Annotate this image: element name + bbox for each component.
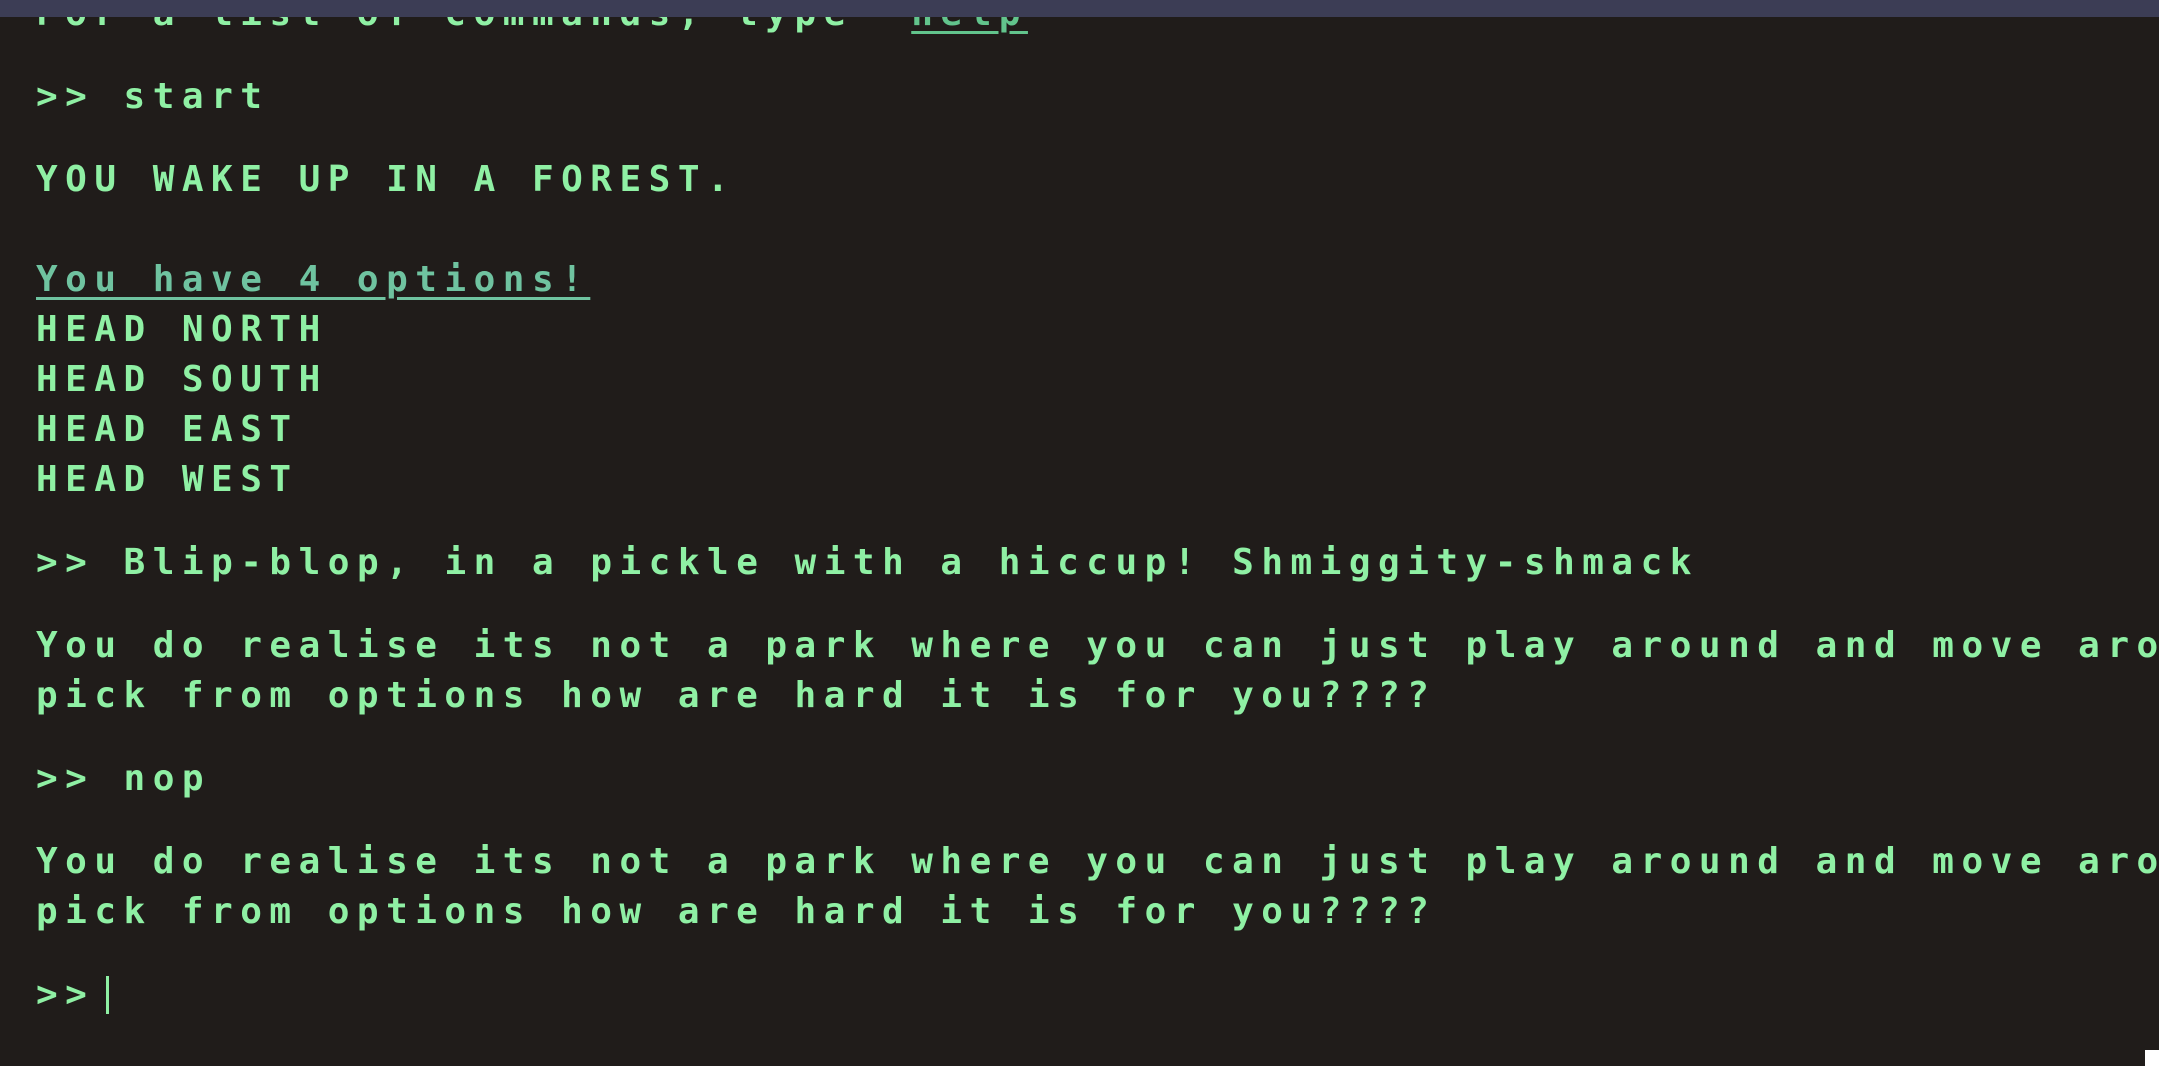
help-text: For a list of commands, type (36, 17, 882, 34)
prompt-symbol: >> (36, 542, 95, 583)
terminal-output[interactable]: For a list of commands, type help >> sta… (0, 17, 2159, 1066)
command-text: start (123, 76, 270, 117)
response-line-2: pick from options how are hard it is for… (36, 891, 1437, 932)
response-line-2: pick from options how are hard it is for… (36, 675, 1437, 716)
prompt-symbol: >> (36, 76, 95, 117)
response-line-1: You do realise its not a park where you … (36, 625, 2159, 666)
window-top-bar (0, 0, 2159, 17)
corner-marker (2145, 1050, 2159, 1066)
command-text: nop (123, 758, 212, 799)
option-head-north: HEAD NORTH (36, 309, 328, 350)
input-line[interactable]: >> (36, 970, 2146, 1020)
option-head-east: HEAD EAST (36, 409, 299, 450)
option-head-west: HEAD WEST (36, 459, 299, 500)
command-line-nop: >> nop (36, 754, 2146, 804)
prompt-symbol: >> (36, 758, 95, 799)
option-head-south: HEAD SOUTH (36, 359, 328, 400)
response-line-1: You do realise its not a park where you … (36, 841, 2159, 882)
command-text: Blip-blop, in a pickle with a hiccup! Sh… (123, 542, 1699, 583)
command-line-start: >> start (36, 72, 2146, 122)
help-line: For a list of commands, type help (36, 17, 2146, 39)
intro-text: YOU WAKE UP IN A FOREST. (36, 159, 737, 200)
prompt-symbol: >> (36, 974, 95, 1015)
command-input[interactable] (109, 974, 1910, 1016)
help-command-link[interactable]: help (911, 17, 1028, 34)
options-heading: You have 4 options! (36, 259, 591, 300)
terminal-content: For a list of commands, type help >> sta… (36, 17, 2159, 1020)
command-line-gibberish: >> Blip-blop, in a pickle with a hiccup!… (36, 538, 2146, 588)
